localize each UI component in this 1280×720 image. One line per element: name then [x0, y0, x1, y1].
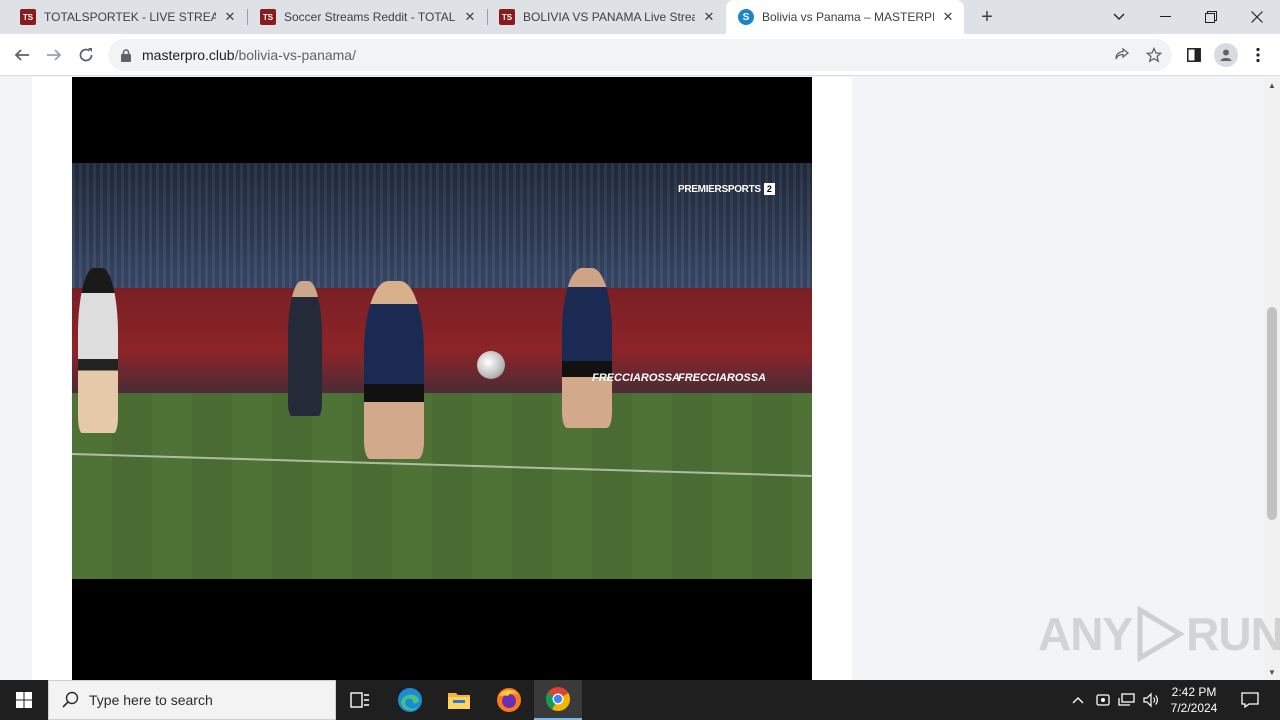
browser-toolbar: masterpro.club/bolivia-vs-panama/ [0, 34, 1280, 76]
tab-soccer-streams-reddit[interactable]: TS Soccer Streams Reddit - TOTALSP ✕ [248, 0, 486, 34]
firefox-icon[interactable] [485, 680, 533, 720]
football-ball [477, 351, 505, 379]
ad-board-text: FRECCIAROSSA [592, 372, 681, 384]
tab-close-icon[interactable]: ✕ [222, 9, 238, 25]
restore-icon[interactable] [1188, 0, 1234, 34]
tab-bolivia-vs-panama-live[interactable]: TS BOLIVIA VS PANAMA Live Stream ✕ [487, 0, 725, 34]
meet-now-icon[interactable] [1092, 680, 1114, 720]
url-path: /bolivia-vs-panama/ [234, 47, 356, 63]
profile-avatar-icon[interactable] [1214, 43, 1238, 67]
tab-title: Soccer Streams Reddit - TOTALSP [284, 10, 456, 24]
video-player[interactable]: PREMIERSPORTS 2 FRECCIAROSSA FRECCIAROSSA [72, 77, 812, 680]
tab-title: BOLIVIA VS PANAMA Live Stream [523, 10, 695, 24]
totalsportek-favicon-icon: TS [20, 9, 36, 25]
url-text: masterpro.club/bolivia-vs-panama/ [142, 47, 356, 63]
anyrun-watermark: ANY RUN [1038, 606, 1280, 662]
totalsportek-favicon-icon: TS [499, 9, 515, 25]
windows-start-icon[interactable] [0, 680, 48, 720]
taskbar-search-box[interactable]: Type here to search [48, 680, 336, 720]
watermark-right-text: RUN [1186, 608, 1280, 660]
watermark-left-text: ANY [1038, 608, 1133, 660]
scroll-up-arrow-icon[interactable]: ▲ [1264, 77, 1280, 93]
tab-strip: TS TOTALSPORTEK - LIVE STREAMS ✕ TS Socc… [0, 0, 1280, 34]
edge-browser-icon[interactable] [386, 680, 434, 720]
juventus-player-figure [78, 268, 118, 433]
watermark-play-icon [1137, 606, 1185, 662]
reload-icon[interactable] [74, 43, 98, 67]
football-pitch [72, 393, 812, 579]
new-tab-icon[interactable]: + [975, 5, 999, 29]
tab-search-chevron-icon[interactable] [1096, 0, 1142, 34]
bookmark-star-icon[interactable] [1142, 43, 1166, 67]
lock-icon[interactable] [120, 48, 132, 62]
page-scrollbar[interactable]: ▲ ▼ [1264, 77, 1280, 680]
tab-title: Bolivia vs Panama – MASTERPRO [762, 10, 934, 24]
search-icon [62, 691, 79, 708]
tab-title: TOTALSPORTEK - LIVE STREAMS [44, 10, 216, 24]
ad-board-text: FRECCIAROSSA [678, 372, 767, 384]
video-frame[interactable]: PREMIERSPORTS 2 FRECCIAROSSA FRECCIAROSSA [72, 163, 812, 579]
url-domain: masterpro.club [142, 47, 235, 63]
side-panel-icon[interactable] [1182, 43, 1206, 67]
volume-icon[interactable] [1140, 680, 1162, 720]
back-icon[interactable] [10, 43, 34, 67]
stadium-crowd [72, 163, 812, 288]
totalsportek-favicon-icon: TS [260, 9, 276, 25]
channel-number: 2 [763, 183, 775, 195]
atalanta-player-17-figure [364, 281, 424, 459]
masterpro-favicon-icon: S [738, 9, 754, 25]
atalanta-player-10-figure [562, 268, 612, 428]
chrome-taskbar-icon[interactable] [534, 680, 582, 720]
windows-taskbar: Type here to search 2:42 PM 7/2/2024 [0, 680, 1280, 720]
minimize-icon[interactable] [1142, 0, 1188, 34]
network-icon[interactable] [1116, 680, 1138, 720]
page-viewport: PREMIERSPORTS 2 FRECCIAROSSA FRECCIAROSSA [0, 77, 1264, 680]
tab-close-icon[interactable]: ✕ [701, 9, 717, 25]
tab-totalsportek[interactable]: TS TOTALSPORTEK - LIVE STREAMS ✕ [8, 0, 246, 34]
address-bar[interactable]: masterpro.club/bolivia-vs-panama/ [108, 39, 1172, 71]
task-view-icon[interactable] [336, 680, 384, 720]
scrollbar-thumb[interactable] [1267, 307, 1277, 520]
menu-kebab-icon[interactable] [1246, 43, 1270, 67]
close-window-icon[interactable] [1234, 0, 1280, 34]
coach-figure [288, 281, 322, 416]
search-placeholder: Type here to search [89, 692, 213, 708]
share-icon[interactable] [1110, 43, 1134, 67]
clock-time: 2:42 PM [1171, 685, 1217, 699]
taskbar-clock[interactable]: 2:42 PM 7/2/2024 [1160, 684, 1228, 716]
tab-masterpro-active[interactable]: S Bolivia vs Panama – MASTERPRO ✕ [726, 0, 964, 34]
clock-date: 7/2/2024 [1170, 701, 1218, 715]
tab-close-icon[interactable]: ✕ [462, 9, 478, 25]
notifications-icon[interactable] [1230, 680, 1270, 720]
article-column: PREMIERSPORTS 2 FRECCIAROSSA FRECCIAROSSA [32, 77, 852, 680]
file-explorer-icon[interactable] [435, 680, 483, 720]
scroll-down-arrow-icon[interactable]: ▼ [1264, 664, 1280, 680]
forward-icon[interactable] [42, 43, 66, 67]
broadcaster-logo: PREMIERSPORTS 2 [678, 183, 775, 195]
tab-close-icon[interactable]: ✕ [940, 9, 956, 25]
broadcaster-name: PREMIERSPORTS [678, 183, 761, 195]
show-hidden-icons-chevron-icon[interactable] [1068, 680, 1088, 720]
